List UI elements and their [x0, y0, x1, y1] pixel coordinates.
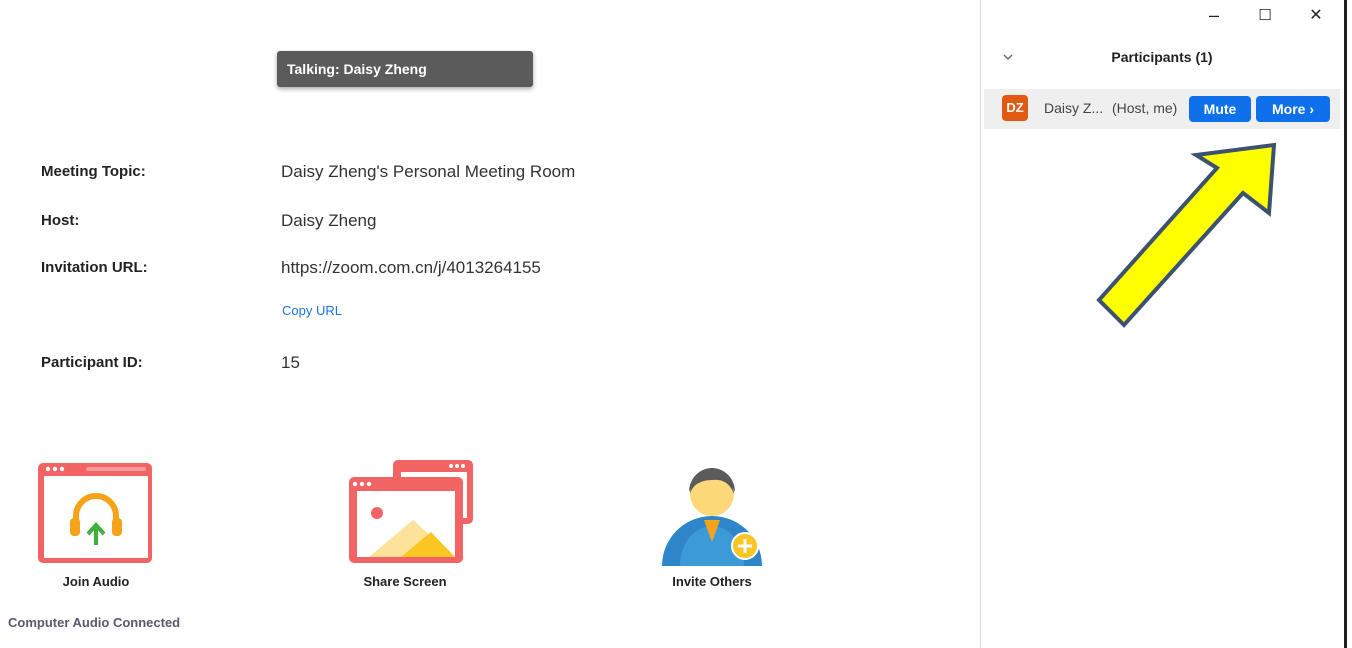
close-button[interactable]: ✕: [1302, 2, 1330, 28]
host-value: Daisy Zheng: [281, 211, 377, 230]
more-button[interactable]: More ›: [1256, 96, 1330, 122]
share-screen-icon: [349, 460, 473, 563]
host-label: Host:: [41, 212, 80, 229]
participant-id-value: 15: [281, 353, 300, 372]
meeting-info-area: Talking: Daisy Zheng Meeting Topic: Dais…: [0, 0, 980, 648]
join-audio-button[interactable]: Join Audio: [16, 450, 176, 589]
talking-indicator: Talking: Daisy Zheng: [277, 51, 533, 87]
scrollbar[interactable]: [1344, 0, 1347, 648]
invite-others-icon: [662, 468, 762, 566]
participants-title: Participants (1): [1111, 49, 1213, 65]
participant-id-label: Participant ID:: [41, 354, 143, 371]
meeting-topic-label: Meeting Topic:: [41, 163, 146, 180]
minimize-button[interactable]: –: [1200, 2, 1228, 28]
invite-others-button[interactable]: Invite Others: [632, 450, 792, 589]
participant-role: (Host, me): [1112, 100, 1178, 116]
audio-status-text: Computer Audio Connected: [8, 615, 181, 630]
participants-panel: Participants (1) DZ Daisy Z... (Host, me…: [980, 0, 1342, 648]
share-screen-label: Share Screen: [363, 574, 447, 589]
invitation-url-label: Invitation URL:: [41, 259, 148, 276]
participant-row[interactable]: DZ Daisy Z... (Host, me) Mute More ›: [984, 89, 1340, 129]
meeting-topic-value: Daisy Zheng's Personal Meeting Room: [281, 162, 576, 181]
maximize-button[interactable]: ☐: [1251, 2, 1279, 28]
participant-name: Daisy Z...: [1044, 100, 1104, 116]
invite-others-label: Invite Others: [672, 574, 752, 589]
copy-url-link[interactable]: Copy URL: [282, 303, 342, 318]
avatar: DZ: [1002, 95, 1028, 121]
invitation-url-value: https://zoom.com.cn/j/4013264155: [281, 258, 541, 277]
share-screen-button[interactable]: Share Screen: [325, 450, 485, 589]
join-audio-label: Join Audio: [62, 574, 130, 589]
join-audio-icon: [38, 463, 152, 563]
annotation-arrow: [1096, 142, 1277, 328]
mute-button[interactable]: Mute: [1189, 96, 1251, 122]
